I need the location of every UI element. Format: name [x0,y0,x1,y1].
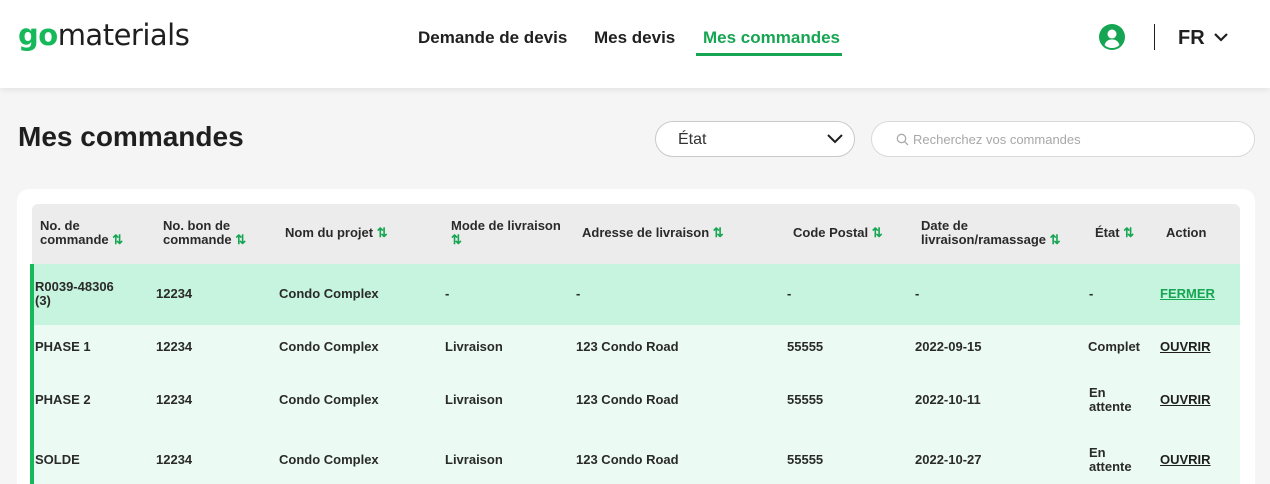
header-divider [1154,24,1155,50]
chevron-down-icon [827,134,843,144]
open-button[interactable]: OUVRIR [1160,340,1211,354]
sort-icon[interactable]: ⇅ [451,232,462,247]
cell-po-number: 12234 [156,452,193,467]
cell-postal: - [787,286,792,301]
sort-icon[interactable]: ⇅ [112,232,123,247]
open-button[interactable]: OUVRIR [1160,453,1211,467]
col-header-project-name[interactable]: Nom du projet ⇅ [285,226,388,240]
cell-postal: 55555 [787,339,824,354]
close-button[interactable]: FERMER [1160,287,1215,301]
nav-demande-de-devis[interactable]: Demande de devis [418,28,567,48]
cell-postal: 55555 [787,452,824,467]
col-header-delivery-date[interactable]: Date de livraison/ramassage ⇅ [921,219,1061,247]
cell-project: Condo Complex [279,339,379,354]
cell-state: Complet [1088,339,1140,354]
col-header-action: Action [1166,225,1207,240]
cell-project: Condo Complex [279,452,379,467]
sort-icon[interactable]: ⇅ [1123,225,1134,240]
cell-address: 123 Condo Road [576,452,679,467]
sort-icon[interactable]: ⇅ [713,225,724,240]
cell-state: - [1089,286,1094,301]
cell-date: 2022-10-11 [915,392,981,407]
user-circle-icon[interactable] [1099,24,1125,50]
language-selector[interactable]: FR [1178,27,1205,50]
top-bar: gomaterials Demande de devis Mes devis M… [0,0,1270,88]
cell-state: En attente [1089,385,1132,414]
page-title: Mes commandes [18,121,244,152]
table-row[interactable] [30,264,1240,325]
search-input[interactable]: Recherchez vos commandes [871,121,1255,157]
cell-mode: - [445,286,450,301]
sort-icon[interactable]: ⇅ [235,232,246,247]
cell-po-number: 12234 [156,392,193,407]
sort-icon[interactable]: ⇅ [1050,232,1061,247]
nav-mes-commandes[interactable]: Mes commandes [703,28,840,48]
cell-order-number: PHASE 2 [35,392,91,407]
active-nav-underline [696,53,842,56]
cell-date: 2022-09-15 [915,339,982,354]
sort-icon[interactable]: ⇅ [377,225,388,240]
col-header-postal-code[interactable]: Code Postal ⇅ [793,226,883,240]
cell-project: Condo Complex [279,286,379,301]
cell-date: 2022-10-27 [915,452,982,467]
cell-mode: Livraison [445,452,503,467]
col-header-state[interactable]: État ⇅ [1095,226,1134,240]
cell-po-number: 12234 [156,286,193,301]
search-icon [896,133,909,146]
col-header-order-number[interactable]: No. de commande ⇅ [40,219,123,247]
nav-mes-devis[interactable]: Mes devis [594,28,675,48]
col-header-delivery-address[interactable]: Adresse de livraison ⇅ [582,226,724,240]
col-header-po-number[interactable]: No. bon de commande ⇅ [163,219,246,247]
cell-order-number: R0039-48306 (3) [35,279,114,308]
open-button[interactable]: OUVRIR [1160,393,1211,407]
cell-date: - [915,286,920,301]
cell-address: 123 Condo Road [576,339,679,354]
cell-project: Condo Complex [279,392,379,407]
cell-address: 123 Condo Road [576,392,679,407]
cell-order-number: SOLDE [35,452,80,467]
state-filter-select[interactable]: État [655,121,855,157]
sort-icon[interactable]: ⇅ [872,225,883,240]
cell-order-number: PHASE 1 [35,339,91,354]
cell-postal: 55555 [787,392,824,407]
state-filter-value: État [678,131,707,148]
search-placeholder: Recherchez vos commandes [913,132,1081,147]
chevron-down-icon[interactable] [1212,30,1230,44]
cell-state: En attente [1089,445,1132,474]
cell-mode: Livraison [445,392,503,407]
col-header-delivery-mode[interactable]: Mode de livraison ⇅ [451,219,561,247]
logo[interactable]: gomaterials [18,18,190,52]
cell-address: - [576,286,581,301]
cell-mode: Livraison [445,339,503,354]
cell-po-number: 12234 [156,339,193,354]
row-group-accent [30,264,34,484]
